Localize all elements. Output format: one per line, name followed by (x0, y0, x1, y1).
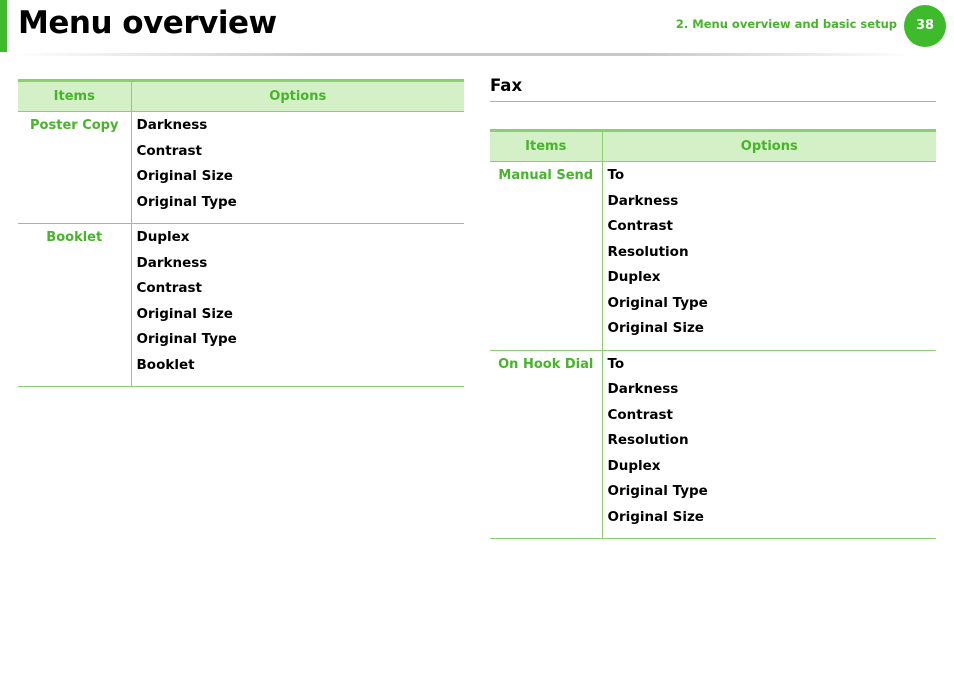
option-item: Original Size (607, 320, 704, 336)
table-header-row: Items Options (490, 129, 936, 162)
option-item: Contrast (136, 142, 203, 159)
column-header-options: Options (602, 129, 936, 162)
option-item: Contrast (607, 218, 674, 234)
item-label: Poster Copy (30, 118, 119, 133)
table-header-row: Items Options (18, 79, 464, 112)
option-item: Darkness (136, 117, 208, 133)
header-divider (10, 53, 915, 56)
accent-bar (0, 0, 7, 52)
option-item: Resolution (607, 243, 689, 260)
option-item: Original Size (136, 168, 233, 184)
page-title: Menu overview (18, 5, 277, 41)
options-cell: To Darkness Contrast Resolution Duplex O… (602, 350, 936, 539)
option-item: Original Type (136, 331, 237, 347)
chapter-breadcrumb[interactable]: 2. Menu overview and basic setup (676, 17, 897, 31)
option-item: Duplex (607, 457, 661, 474)
item-cell: Poster Copy (18, 111, 132, 224)
page-number-badge: 38 (904, 5, 946, 47)
option-item: Booklet (136, 356, 195, 373)
option-item: Duplex (136, 229, 190, 245)
options-cell: Duplex Darkness Contrast Original Size O… (131, 223, 464, 387)
item-label: Booklet (46, 230, 103, 245)
option-item: Original Type (136, 193, 237, 210)
item-label: On Hook Dial (498, 356, 594, 372)
option-item: Resolution (607, 432, 689, 448)
item-cell: Manual Send (490, 161, 603, 351)
option-item: Original Size (136, 305, 233, 322)
column-header-items: Items (490, 129, 603, 162)
options-cell: Darkness Contrast Original Size Original… (131, 111, 464, 224)
table-row: Manual Send To Darkness Contrast Resolut… (490, 161, 936, 351)
option-item: Darkness (607, 192, 679, 209)
fax-section-heading: Fax (490, 76, 523, 95)
option-item: Darkness (136, 254, 208, 271)
section-divider (490, 101, 936, 102)
option-item: To (607, 167, 625, 183)
option-item: Duplex (607, 269, 661, 285)
table-row: Booklet Duplex Darkness Contrast Origina… (18, 223, 464, 387)
column-header-items: Items (18, 79, 132, 112)
item-cell: On Hook Dial (490, 350, 603, 539)
option-item: Original Type (607, 483, 708, 499)
option-item: Contrast (136, 280, 203, 296)
column-header-options: Options (131, 79, 464, 112)
item-label: Manual Send (498, 168, 594, 183)
option-item: To (607, 355, 625, 372)
table-row: On Hook Dial To Darkness Contrast Resolu… (490, 350, 936, 539)
option-item: Original Type (607, 294, 708, 311)
option-item: Original Size (607, 508, 704, 525)
table-row: Poster Copy Darkness Contrast Original S… (18, 111, 464, 224)
option-item: Contrast (607, 406, 674, 423)
option-item: Darkness (607, 381, 679, 397)
fax-menu-table: Items Options Manual Send To Darkness Co… (490, 129, 936, 539)
options-cell: To Darkness Contrast Resolution Duplex O… (602, 161, 936, 351)
item-cell: Booklet (18, 223, 132, 387)
copy-menu-table: Items Options Poster Copy Darkness Contr… (18, 79, 464, 387)
